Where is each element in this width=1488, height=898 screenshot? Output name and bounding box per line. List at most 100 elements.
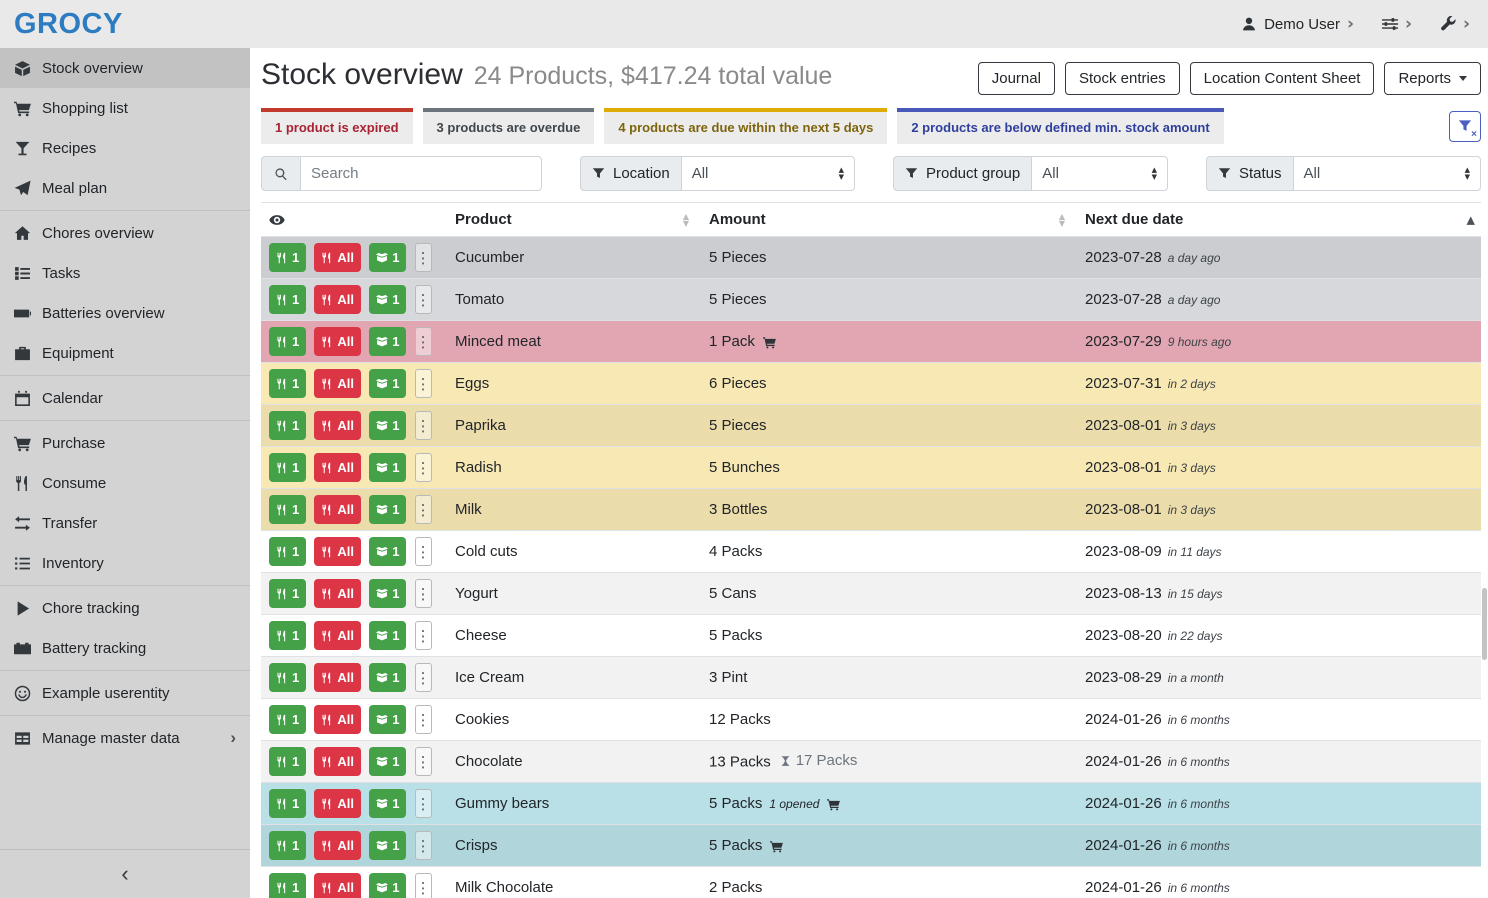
consume-one-button[interactable]: 1 xyxy=(269,453,306,482)
consume-one-button[interactable]: 1 xyxy=(269,243,306,272)
sidebar-item-chore-tracking[interactable]: Chore tracking xyxy=(0,588,250,628)
table-row[interactable]: 1 All 1 ⋮ Minced meat 1 Pack 2023-07-299… xyxy=(261,321,1481,363)
consume-all-button[interactable]: All xyxy=(314,411,361,440)
consume-one-button[interactable]: 1 xyxy=(269,411,306,440)
row-menu-button[interactable]: ⋮ xyxy=(415,453,432,482)
journal-button[interactable]: Journal xyxy=(978,62,1055,95)
row-menu-button[interactable]: ⋮ xyxy=(415,579,432,608)
sidebar-collapse-button[interactable]: ‹ xyxy=(121,863,128,885)
open-one-button[interactable]: 1 xyxy=(369,663,406,692)
open-one-button[interactable]: 1 xyxy=(369,621,406,650)
row-menu-button[interactable]: ⋮ xyxy=(415,243,432,272)
row-menu-button[interactable]: ⋮ xyxy=(415,537,432,566)
row-menu-button[interactable]: ⋮ xyxy=(415,747,432,776)
sidebar-item-consume[interactable]: Consume xyxy=(0,463,250,503)
row-menu-button[interactable]: ⋮ xyxy=(415,831,432,860)
table-row[interactable]: 1 All 1 ⋮ Radish 5 Bunches 2023-08-01in … xyxy=(261,447,1481,489)
sidebar-item-purchase[interactable]: Purchase xyxy=(0,423,250,463)
consume-all-button[interactable]: All xyxy=(314,369,361,398)
sidebar-item-meal-plan[interactable]: Meal plan xyxy=(0,168,250,208)
sidebar-item-battery-tracking[interactable]: Battery tracking xyxy=(0,628,250,668)
open-one-button[interactable]: 1 xyxy=(369,831,406,860)
consume-one-button[interactable]: 1 xyxy=(269,327,306,356)
consume-one-button[interactable]: 1 xyxy=(269,831,306,860)
consume-one-button[interactable]: 1 xyxy=(269,747,306,776)
open-one-button[interactable]: 1 xyxy=(369,495,406,524)
row-menu-button[interactable]: ⋮ xyxy=(415,327,432,356)
row-menu-button[interactable]: ⋮ xyxy=(415,705,432,734)
open-one-button[interactable]: 1 xyxy=(369,789,406,818)
location-filter-select[interactable]: All ▲▼ xyxy=(681,156,855,191)
row-menu-button[interactable]: ⋮ xyxy=(415,495,432,524)
open-one-button[interactable]: 1 xyxy=(369,537,406,566)
table-row[interactable]: 1 All 1 ⋮ Gummy bears 5 Packs1 opened 20… xyxy=(261,783,1481,825)
sidebar-item-inventory[interactable]: Inventory xyxy=(0,543,250,583)
row-menu-button[interactable]: ⋮ xyxy=(415,285,432,314)
consume-all-button[interactable]: All xyxy=(314,663,361,692)
consume-one-button[interactable]: 1 xyxy=(269,579,306,608)
row-menu-button[interactable]: ⋮ xyxy=(415,621,432,650)
row-menu-button[interactable]: ⋮ xyxy=(415,411,432,440)
consume-one-button[interactable]: 1 xyxy=(269,705,306,734)
table-row[interactable]: 1 All 1 ⋮ Tomato 5 Pieces 2023-07-28a da… xyxy=(261,279,1481,321)
user-menu[interactable]: Demo User › xyxy=(1241,16,1354,33)
status-banner[interactable]: 3 products are overdue xyxy=(423,108,595,144)
sidebar-item-batteries-overview[interactable]: Batteries overview xyxy=(0,293,250,333)
vertical-scrollbar-thumb[interactable] xyxy=(1482,588,1487,660)
open-one-button[interactable]: 1 xyxy=(369,453,406,482)
sidebar-item-chores-overview[interactable]: Chores overview xyxy=(0,213,250,253)
sidebar-item-equipment[interactable]: Equipment xyxy=(0,333,250,373)
product-column-header[interactable]: Product ▲▼ xyxy=(447,203,701,237)
table-row[interactable]: 1 All 1 ⋮ Milk Chocolate 2 Packs 2024-01… xyxy=(261,867,1481,898)
consume-all-button[interactable]: All xyxy=(314,453,361,482)
consume-one-button[interactable]: 1 xyxy=(269,873,306,898)
consume-one-button[interactable]: 1 xyxy=(269,285,306,314)
admin-settings-menu[interactable]: › xyxy=(1440,16,1470,33)
sidebar-item-tasks[interactable]: Tasks xyxy=(0,253,250,293)
consume-one-button[interactable]: 1 xyxy=(269,621,306,650)
table-row[interactable]: 1 All 1 ⋮ Ice Cream 3 Pint 2023-08-29in … xyxy=(261,657,1481,699)
app-logo[interactable]: GROCY xyxy=(14,8,123,41)
due-date-column-header[interactable]: Next due date ▲ xyxy=(1077,203,1481,237)
product-group-filter-select[interactable]: All ▲▼ xyxy=(1031,156,1168,191)
consume-all-button[interactable]: All xyxy=(314,621,361,650)
consume-all-button[interactable]: All xyxy=(314,873,361,898)
open-one-button[interactable]: 1 xyxy=(369,243,406,272)
clear-filter-button[interactable]: × xyxy=(1449,111,1481,142)
open-one-button[interactable]: 1 xyxy=(369,369,406,398)
reports-dropdown-button[interactable]: Reports xyxy=(1384,62,1481,95)
sidebar-item-calendar[interactable]: Calendar xyxy=(0,378,250,418)
status-banner[interactable]: 2 products are below defined min. stock … xyxy=(897,108,1223,144)
consume-one-button[interactable]: 1 xyxy=(269,663,306,692)
open-one-button[interactable]: 1 xyxy=(369,285,406,314)
amount-column-header[interactable]: Amount ▲▼ xyxy=(701,203,1077,237)
status-filter-select[interactable]: All ▲▼ xyxy=(1293,156,1481,191)
consume-all-button[interactable]: All xyxy=(314,579,361,608)
table-row[interactable]: 1 All 1 ⋮ Paprika 5 Pieces 2023-08-01in … xyxy=(261,405,1481,447)
consume-all-button[interactable]: All xyxy=(314,747,361,776)
row-menu-button[interactable]: ⋮ xyxy=(415,369,432,398)
consume-all-button[interactable]: All xyxy=(314,831,361,860)
consume-all-button[interactable]: All xyxy=(314,705,361,734)
consume-all-button[interactable]: All xyxy=(314,537,361,566)
sidebar-item-transfer[interactable]: Transfer xyxy=(0,503,250,543)
consume-one-button[interactable]: 1 xyxy=(269,495,306,524)
open-one-button[interactable]: 1 xyxy=(369,411,406,440)
consume-all-button[interactable]: All xyxy=(314,327,361,356)
table-row[interactable]: 1 All 1 ⋮ Milk 3 Bottles 2023-08-01in 3 … xyxy=(261,489,1481,531)
table-row[interactable]: 1 All 1 ⋮ Cookies 12 Packs 2024-01-26in … xyxy=(261,699,1481,741)
location-content-sheet-button[interactable]: Location Content Sheet xyxy=(1190,62,1375,95)
consume-all-button[interactable]: All xyxy=(314,789,361,818)
consume-all-button[interactable]: All xyxy=(314,285,361,314)
table-row[interactable]: 1 All 1 ⋮ Cucumber 5 Pieces 2023-07-28a … xyxy=(261,237,1481,279)
table-row[interactable]: 1 All 1 ⋮ Eggs 6 Pieces 2023-07-31in 2 d… xyxy=(261,363,1481,405)
sidebar-item-manage-master-data[interactable]: Manage master data › xyxy=(0,718,250,758)
consume-all-button[interactable]: All xyxy=(314,243,361,272)
sidebar-item-shopping-list[interactable]: Shopping list xyxy=(0,88,250,128)
open-one-button[interactable]: 1 xyxy=(369,705,406,734)
row-menu-button[interactable]: ⋮ xyxy=(415,789,432,818)
table-row[interactable]: 1 All 1 ⋮ Crisps 5 Packs 2024-01-26in 6 … xyxy=(261,825,1481,867)
stock-entries-button[interactable]: Stock entries xyxy=(1065,62,1180,95)
table-row[interactable]: 1 All 1 ⋮ Chocolate 13 Packs17 Packs 202… xyxy=(261,741,1481,783)
sidebar-item-recipes[interactable]: Recipes xyxy=(0,128,250,168)
